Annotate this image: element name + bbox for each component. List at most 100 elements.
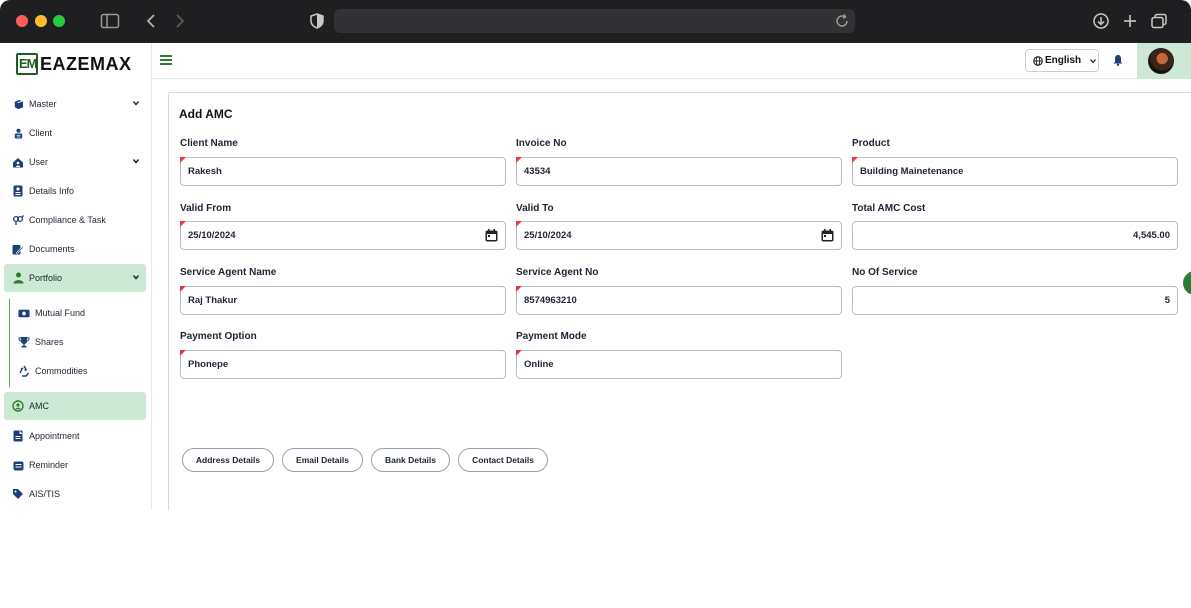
- payment-option-value: Phonepe: [188, 359, 229, 370]
- calendar-icon[interactable]: [821, 229, 834, 242]
- brand-logo[interactable]: EM EAZEMAX: [16, 53, 132, 75]
- product-label: Product: [852, 138, 890, 149]
- payment-mode-field[interactable]: Online: [516, 350, 842, 379]
- profile-menu[interactable]: [1137, 43, 1191, 79]
- sidebar-toggle-icon[interactable]: [100, 12, 120, 30]
- product-value: Building Mainetenance: [860, 166, 964, 177]
- total-amc-cost-field[interactable]: 4,545.00: [852, 221, 1178, 250]
- address-bar[interactable]: [334, 9, 855, 33]
- client-icon: [12, 127, 24, 139]
- id-card-icon: [12, 185, 24, 197]
- appointment-icon: [12, 430, 24, 442]
- required-marker: [852, 157, 858, 163]
- sidebar-item-label: Appointment: [29, 431, 80, 441]
- top-header: English: [152, 43, 1191, 79]
- sidebar-item-amc[interactable]: AMC: [4, 392, 146, 420]
- address-details-button[interactable]: Address Details: [182, 448, 274, 472]
- money-icon: [18, 307, 30, 319]
- cube-icon: [12, 98, 24, 110]
- user-home-icon: [12, 156, 24, 168]
- valid-to-field[interactable]: 25/10/2024: [516, 221, 842, 250]
- bank-details-button[interactable]: Bank Details: [371, 448, 450, 472]
- invoice-no-label: Invoice No: [516, 138, 567, 149]
- sidebar-item-compliance-task[interactable]: Compliance & Task: [4, 206, 146, 234]
- sidebar-item-details-info[interactable]: Details Info: [4, 177, 146, 205]
- valid-to-value: 25/10/2024: [524, 230, 572, 241]
- client-name-label: Client Name: [180, 138, 238, 149]
- client-name-field[interactable]: Rakesh: [180, 157, 506, 186]
- shield-icon[interactable]: [307, 12, 327, 30]
- sidebar-item-mutual-fund[interactable]: Mutual Fund: [12, 299, 146, 327]
- required-marker: [516, 157, 522, 163]
- service-agent-no-value: 8574963210: [524, 295, 577, 306]
- required-marker: [180, 157, 186, 163]
- valid-to-label: Valid To: [516, 203, 554, 214]
- sidebar-item-user[interactable]: User: [4, 148, 146, 176]
- no-of-service-value: 5: [1164, 295, 1170, 306]
- portfolio-icon: [12, 272, 24, 284]
- invoice-no-field[interactable]: 43534: [516, 157, 842, 186]
- trophy-icon: [18, 336, 30, 348]
- back-icon[interactable]: [142, 12, 162, 30]
- payment-option-label: Payment Option: [180, 331, 257, 342]
- brand-name: EAZEMAX: [40, 53, 132, 74]
- chevron-down-icon: [132, 159, 140, 164]
- sidebar-item-appointment[interactable]: Appointment: [4, 422, 146, 450]
- sidebar-item-master[interactable]: Master: [4, 90, 146, 118]
- required-marker: [516, 286, 522, 292]
- valid-from-field[interactable]: 25/10/2024: [180, 221, 506, 250]
- maximize-window-button[interactable]: [53, 15, 65, 27]
- chevron-down-icon: [1090, 58, 1097, 64]
- bell-icon[interactable]: [1112, 54, 1124, 66]
- sidebar-item-label: Portfolio: [29, 273, 63, 283]
- sidebar-item-ais-tis[interactable]: AIS/TIS: [4, 480, 146, 508]
- menu-toggle-icon[interactable]: [160, 55, 172, 65]
- avatar[interactable]: [1148, 48, 1174, 74]
- tabs-icon[interactable]: [1149, 12, 1169, 30]
- amc-icon: [12, 400, 24, 412]
- sidebar-item-label: Shares: [35, 337, 64, 347]
- valid-from-label: Valid From: [180, 203, 232, 214]
- sidebar-item-label: Compliance & Task: [29, 215, 106, 225]
- sidebar-item-label: AIS/TIS: [29, 489, 61, 499]
- sidebar-item-commodities[interactable]: Commodities: [12, 357, 146, 385]
- logo-mark: EM: [16, 53, 38, 75]
- gender-icon: [12, 214, 24, 226]
- sidebar-item-label: AMC: [29, 401, 49, 411]
- payment-mode-value: Online: [524, 359, 554, 370]
- sidebar-item-reminder[interactable]: Reminder: [4, 451, 146, 479]
- browser-toolbar: [0, 0, 1191, 43]
- sidebar-item-label: Mutual Fund: [35, 308, 86, 318]
- download-icon[interactable]: [1091, 12, 1111, 30]
- sidebar-item-label: User: [29, 157, 49, 167]
- sidebar-item-label: Details Info: [29, 186, 75, 196]
- payment-mode-label: Payment Mode: [516, 331, 587, 342]
- calendar-icon[interactable]: [485, 229, 498, 242]
- client-name-value: Rakesh: [188, 166, 222, 177]
- sidebar-item-client[interactable]: Client: [4, 119, 146, 147]
- email-details-button[interactable]: Email Details: [282, 448, 363, 472]
- sidebar-item-label: Commodities: [35, 366, 88, 376]
- reload-icon[interactable]: [834, 13, 850, 29]
- service-agent-name-value: Raj Thakur: [188, 295, 238, 306]
- forward-icon[interactable]: [170, 12, 190, 30]
- close-window-button[interactable]: [16, 15, 28, 27]
- invoice-no-value: 43534: [524, 166, 551, 177]
- contact-details-button[interactable]: Contact Details: [458, 448, 548, 472]
- minimize-window-button[interactable]: [35, 15, 47, 27]
- sidebar-item-shares[interactable]: Shares: [12, 328, 146, 356]
- sidebar-item-documents[interactable]: Documents: [4, 235, 146, 263]
- product-field[interactable]: Building Mainetenance: [852, 157, 1178, 186]
- app-window: EM EAZEMAX Master Client User Details In…: [0, 43, 1191, 510]
- sidebar-item-label: Client: [29, 128, 53, 138]
- sidebar-item-label: Reminder: [29, 460, 69, 470]
- total-amc-cost-label: Total AMC Cost: [852, 203, 926, 214]
- no-of-service-field[interactable]: 5: [852, 286, 1178, 315]
- chevron-down-icon: [132, 275, 140, 280]
- payment-option-field[interactable]: Phonepe: [180, 350, 506, 379]
- service-agent-no-field[interactable]: 8574963210: [516, 286, 842, 315]
- sidebar-item-portfolio[interactable]: Portfolio: [4, 264, 146, 292]
- language-select[interactable]: English: [1025, 49, 1099, 72]
- new-tab-icon[interactable]: [1120, 12, 1140, 30]
- service-agent-name-field[interactable]: Raj Thakur: [180, 286, 506, 315]
